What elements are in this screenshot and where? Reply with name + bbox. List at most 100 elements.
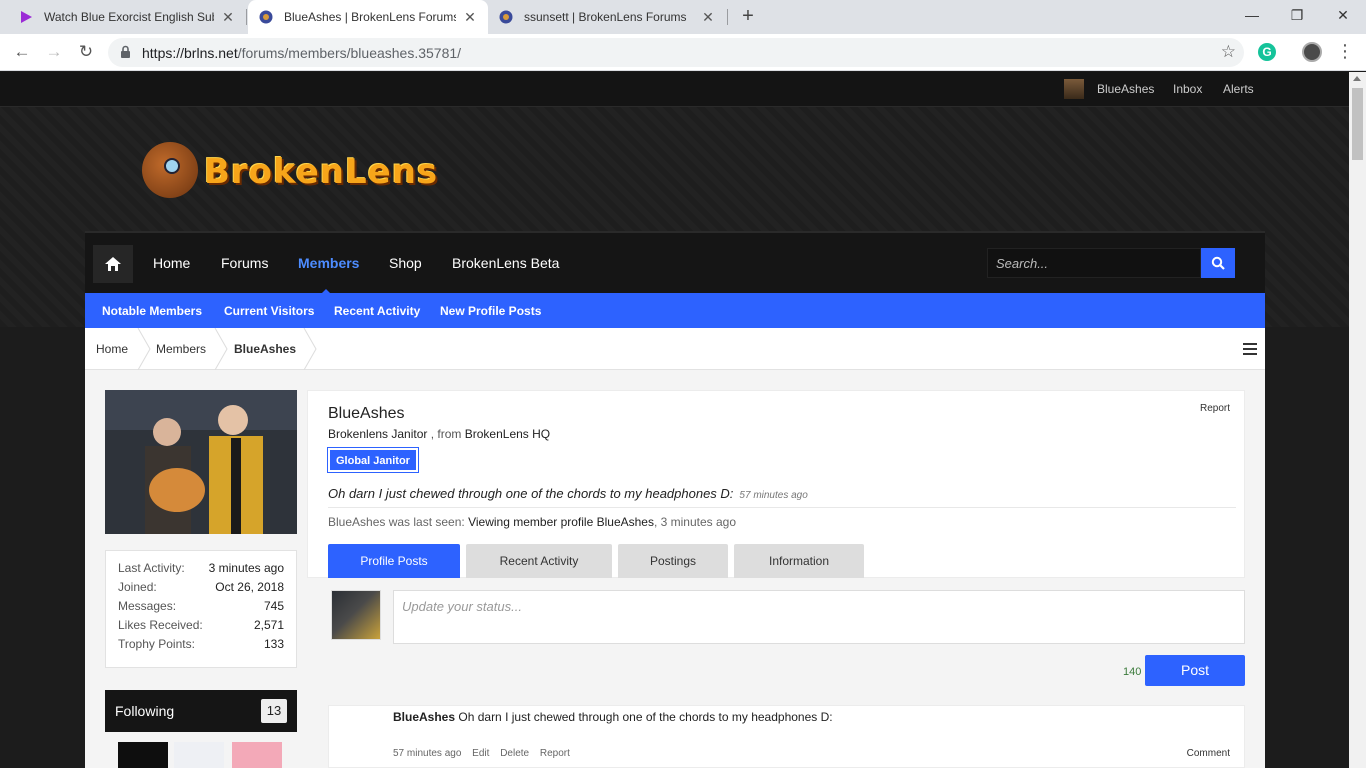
post-meta: 57 minutes ago Edit Delete Report — [393, 748, 578, 759]
edit-link[interactable]: Edit — [472, 748, 489, 759]
nav-brokenlens-beta[interactable]: BrokenLens Beta — [452, 255, 559, 271]
last-seen: BlueAshes was last seen: Viewing member … — [328, 515, 737, 529]
search-input[interactable]: Search... — [987, 248, 1201, 278]
breadcrumb-home[interactable]: Home — [96, 342, 128, 356]
post-author-link[interactable]: BlueAshes — [393, 710, 455, 724]
post-text: BlueAshes Oh darn I just chewed through … — [393, 710, 833, 724]
profile-avatar[interactable] — [105, 390, 297, 534]
breadcrumb-members[interactable]: Members — [156, 342, 206, 356]
subnav-current-visitors[interactable]: Current Visitors — [224, 304, 314, 318]
main-content: Home Members BlueAshes Last Activity: 3 m… — [85, 328, 1265, 768]
last-seen-activity-link[interactable]: Viewing member profile BlueAshes — [468, 515, 654, 529]
post-button[interactable]: Post — [1145, 655, 1245, 686]
nav-members[interactable]: Members — [298, 255, 359, 271]
nav-shop[interactable]: Shop — [389, 255, 422, 271]
url-text: https://brlns.net/forums/members/blueash… — [142, 45, 462, 61]
composer-avatar — [331, 590, 381, 640]
global-janitor-badge: Global Janitor — [327, 447, 419, 473]
following-avatar[interactable] — [118, 742, 168, 768]
alerts-link[interactable]: Alerts — [1223, 82, 1254, 96]
following-avatar[interactable] — [232, 742, 282, 768]
browser-tab-blue-exorcist[interactable]: Watch Blue Exorcist English Subb ✕ — [8, 0, 246, 34]
minimize-button[interactable]: — — [1229, 0, 1275, 30]
status-composer: Update your status... 140 Post — [307, 578, 1245, 696]
maximize-button[interactable]: ❐ — [1274, 0, 1320, 30]
stat-likes-received: Likes Received: 2,571 — [118, 618, 284, 632]
stat-trophy-points: Trophy Points: 133 — [118, 637, 284, 651]
page: BlueAshes Inbox Alerts BrokenLens Home F… — [0, 72, 1349, 768]
profile-location[interactable]: BrokenLens HQ — [465, 427, 550, 441]
sub-nav: Notable Members Current Visitors Recent … — [85, 293, 1265, 328]
user-avatar-small[interactable] — [1064, 79, 1084, 99]
status-time[interactable]: 57 minutes ago — [739, 490, 807, 501]
browser-tab-ssunsett[interactable]: ssunsett | BrokenLens Forums ✕ — [488, 0, 726, 34]
character-counter: 140 — [1123, 666, 1142, 678]
profile-header: BlueAshes Brokenlens Janitor , from Brok… — [307, 390, 1245, 578]
logo-text: BrokenLens — [204, 152, 439, 192]
close-tab-icon[interactable]: ✕ — [700, 9, 716, 26]
browser-tab-blueashes[interactable]: BlueAshes | BrokenLens Forums ✕ — [248, 0, 488, 34]
profile-title: Brokenlens Janitor , from BrokenLens HQ — [328, 427, 551, 441]
back-button[interactable]: ← — [10, 41, 34, 65]
new-tab-button[interactable]: + — [736, 5, 760, 29]
close-window-button[interactable]: ✕ — [1320, 0, 1366, 30]
following-avatar[interactable] — [174, 742, 224, 768]
username-link[interactable]: BlueAshes — [1097, 82, 1154, 96]
bookmark-star-icon[interactable]: ☆ — [1221, 42, 1236, 62]
nav-forums[interactable]: Forums — [221, 255, 268, 271]
browser-menu-icon[interactable]: ⋮ — [1336, 41, 1354, 61]
home-icon[interactable] — [93, 245, 133, 283]
nav-home[interactable]: Home — [153, 255, 190, 271]
post-report-link[interactable]: Report — [540, 748, 570, 759]
inbox-link[interactable]: Inbox — [1173, 82, 1202, 96]
profile-status: Oh darn I just chewed through one of the… — [328, 486, 808, 501]
scrollbar-thumb[interactable] — [1352, 88, 1363, 160]
breadcrumb: Home Members BlueAshes — [85, 328, 1265, 370]
site-logo[interactable]: BrokenLens — [142, 142, 437, 202]
menu-icon[interactable] — [1243, 343, 1257, 355]
page-scrollbar[interactable] — [1349, 72, 1366, 768]
following-label: Following — [115, 703, 175, 719]
reload-button[interactable]: ↻ — [74, 41, 98, 65]
following-count: 13 — [261, 699, 287, 723]
scroll-up-arrow-icon[interactable] — [1353, 76, 1361, 81]
close-tab-icon[interactable]: ✕ — [220, 9, 236, 26]
stat-last-activity: Last Activity: 3 minutes ago — [118, 561, 284, 575]
tab-separator — [727, 9, 728, 25]
tab-information[interactable]: Information — [734, 544, 864, 578]
tab-profile-posts[interactable]: Profile Posts — [328, 544, 460, 578]
following-header[interactable]: Following 13 — [105, 690, 297, 732]
tab-postings[interactable]: Postings — [618, 544, 728, 578]
post-time[interactable]: 57 minutes ago — [393, 748, 461, 759]
browser-address-bar: ← → ↻ https://brlns.net/forums/members/b… — [0, 34, 1366, 71]
subnav-new-profile-posts[interactable]: New Profile Posts — [440, 304, 541, 318]
search-button[interactable] — [1201, 248, 1235, 278]
subnav-recent-activity[interactable]: Recent Activity — [334, 304, 420, 318]
grammarly-extension-icon[interactable]: G — [1258, 43, 1276, 61]
brokenlens-favicon-icon — [498, 9, 514, 25]
profile-avatar-icon[interactable] — [1302, 42, 1322, 62]
profile-name: BlueAshes — [328, 405, 405, 422]
tab-separator — [246, 9, 247, 25]
main-nav: Home Forums Members Shop BrokenLens Beta… — [85, 231, 1265, 295]
delete-link[interactable]: Delete — [500, 748, 529, 759]
stat-messages: Messages: 745 — [118, 599, 284, 613]
breadcrumb-current: BlueAshes — [234, 342, 297, 356]
mascot-icon — [142, 142, 198, 198]
profile-post: BlueAshes Oh darn I just chewed through … — [328, 705, 1245, 768]
lock-icon — [121, 45, 130, 58]
subnav-notable-members[interactable]: Notable Members — [102, 304, 202, 318]
url-field[interactable]: https://brlns.net/forums/members/blueash… — [108, 38, 1244, 67]
chevron-right-icon — [214, 328, 228, 370]
play-icon — [18, 9, 34, 25]
stat-joined: Joined: Oct 26, 2018 — [118, 580, 284, 594]
search-icon — [1211, 256, 1225, 270]
report-link[interactable]: Report — [1200, 403, 1230, 414]
tab-recent-activity[interactable]: Recent Activity — [466, 544, 612, 578]
status-input[interactable]: Update your status... — [393, 590, 1245, 644]
member-stats: Last Activity: 3 minutes ago Joined: Oct 2… — [105, 550, 297, 668]
forward-button[interactable]: → — [42, 41, 66, 65]
browser-tab-bar: Watch Blue Exorcist English Subb ✕ BlueA… — [0, 0, 1366, 34]
close-tab-icon[interactable]: ✕ — [462, 9, 478, 26]
comment-link[interactable]: Comment — [1187, 748, 1230, 759]
